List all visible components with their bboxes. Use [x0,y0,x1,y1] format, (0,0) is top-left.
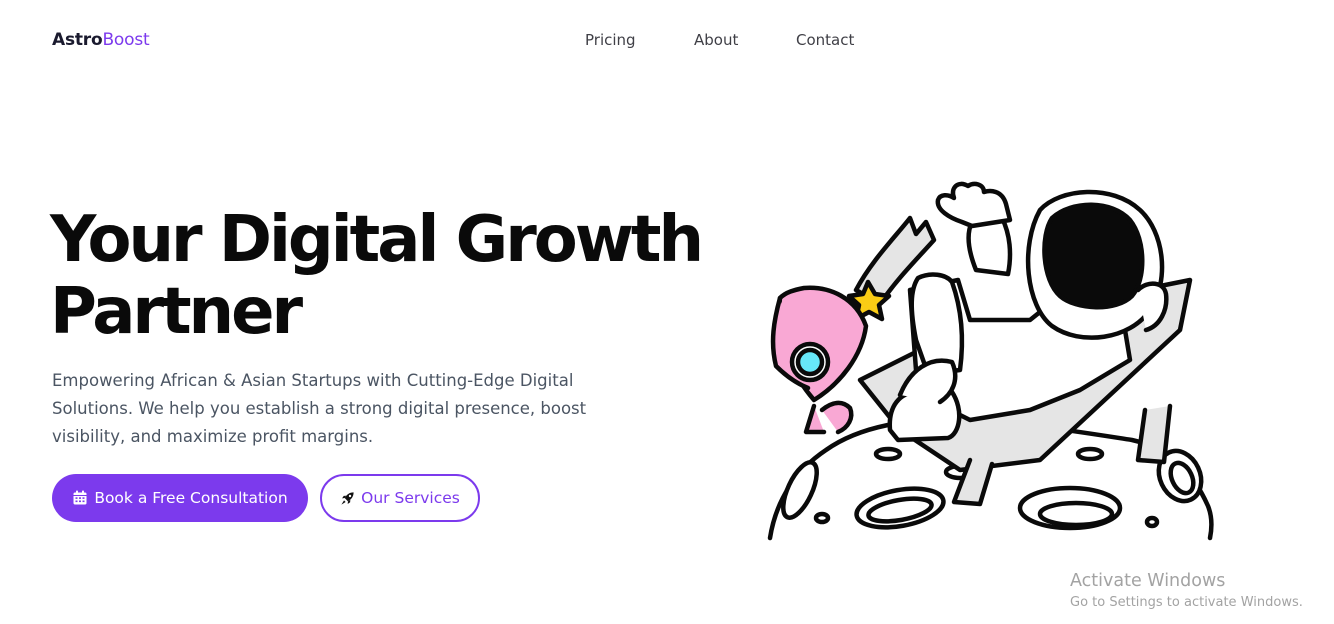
top-nav: AstroBoost Pricing About Contact [0,0,1334,80]
nav-link-pricing[interactable]: Pricing [585,31,636,49]
hero-subtitle: Empowering African & Asian Startups with… [52,371,587,446]
logo[interactable]: AstroBoost [52,30,150,50]
our-services-label: Our Services [361,489,460,507]
logo-boost: Boost [102,30,150,50]
rocket-icon [340,491,355,506]
nav-link-about[interactable]: About [694,31,738,49]
book-consultation-button[interactable]: Book a Free Consultation [52,474,308,522]
calendar-icon [72,490,88,506]
nav-link-contact[interactable]: Contact [796,31,854,49]
watermark-title: Activate Windows [1070,571,1226,591]
landing-page: AstroBoost Pricing About Contact Your Di… [0,0,1334,624]
hero-title: Your Digital Growth Partner [50,203,704,349]
book-consultation-label: Book a Free Consultation [94,489,288,507]
logo-astro: Astro [52,30,103,50]
our-services-button[interactable]: Our Services [320,474,480,522]
watermark-subtitle: Go to Settings to activate Windows. [1070,595,1303,610]
astronaut-illustration [767,181,1214,541]
activate-windows-watermark: Activate Windows Go to Settings to activ… [1070,571,1303,610]
